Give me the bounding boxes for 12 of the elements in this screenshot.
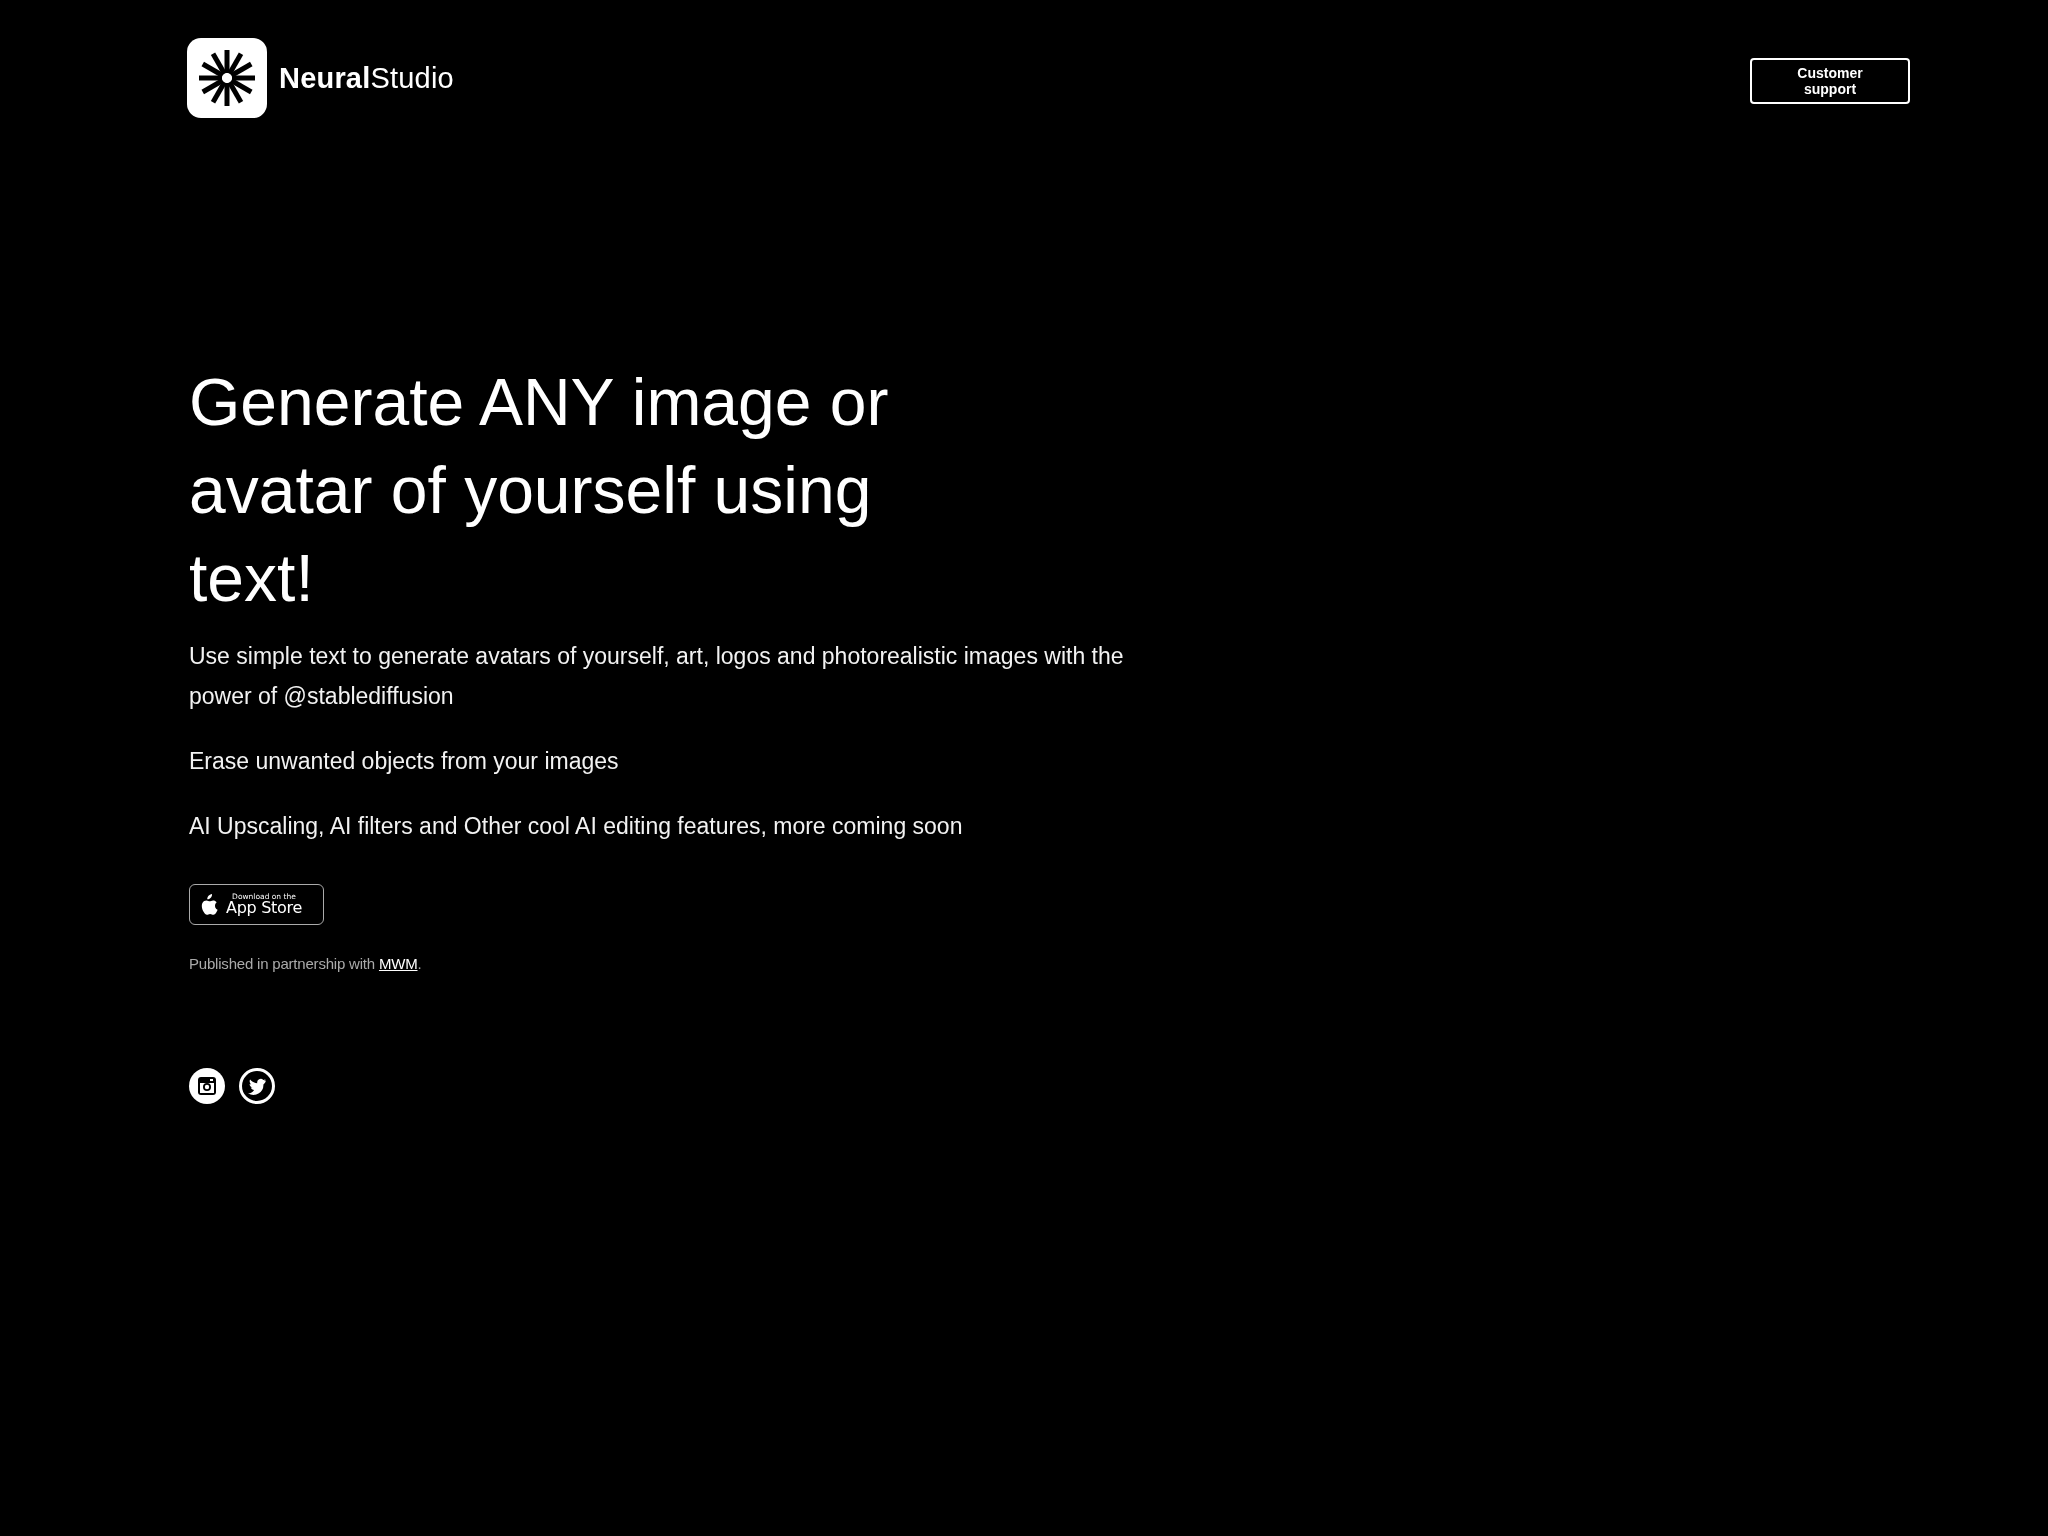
bird-icon[interactable] (239, 1068, 275, 1104)
mwm-link[interactable]: MWM (378, 955, 418, 972)
feature-text: Use simple text to generate avatars of yourself, art, logos and photorealistic images with the power of @stablediffusion (189, 642, 1125, 711)
headline: Generate ANY image or avatar of yourself using text! (189, 364, 890, 617)
feature-text: AI Upscaling, AI filters and Other cool AI editing features, more coming soon (189, 812, 964, 841)
brand-name: NeuralStudio (279, 61, 454, 95)
camera-icon[interactable] (189, 1068, 225, 1104)
apple-icon (200, 893, 218, 916)
logo-icon[interactable] (187, 38, 267, 118)
customer-support-button[interactable]: Customer support (1750, 58, 1910, 104)
feature-text: Erase unwanted objects from your images (189, 747, 620, 776)
partnership-note: Published in partnership with MWM. (189, 955, 423, 972)
